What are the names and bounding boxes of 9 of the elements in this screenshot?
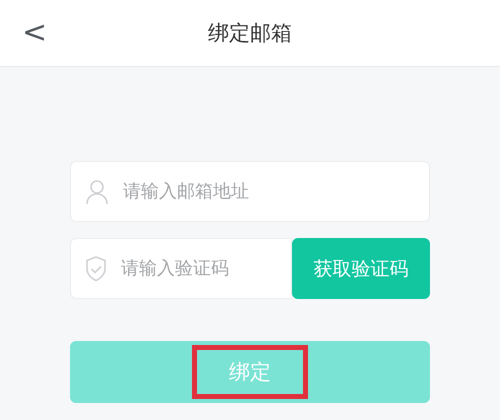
email-field[interactable]: 请输入邮箱地址 — [70, 161, 430, 222]
code-input[interactable]: 请输入验证码 — [119, 257, 291, 280]
get-code-button[interactable]: 获取验证码 — [292, 238, 430, 299]
user-icon — [85, 178, 109, 204]
email-input[interactable]: 请输入邮箱地址 — [121, 180, 429, 203]
page-title: 绑定邮箱 — [208, 20, 292, 47]
back-button[interactable]: < — [22, 16, 46, 50]
shield-check-icon — [85, 256, 107, 282]
code-field[interactable]: 请输入验证码 — [70, 238, 292, 299]
